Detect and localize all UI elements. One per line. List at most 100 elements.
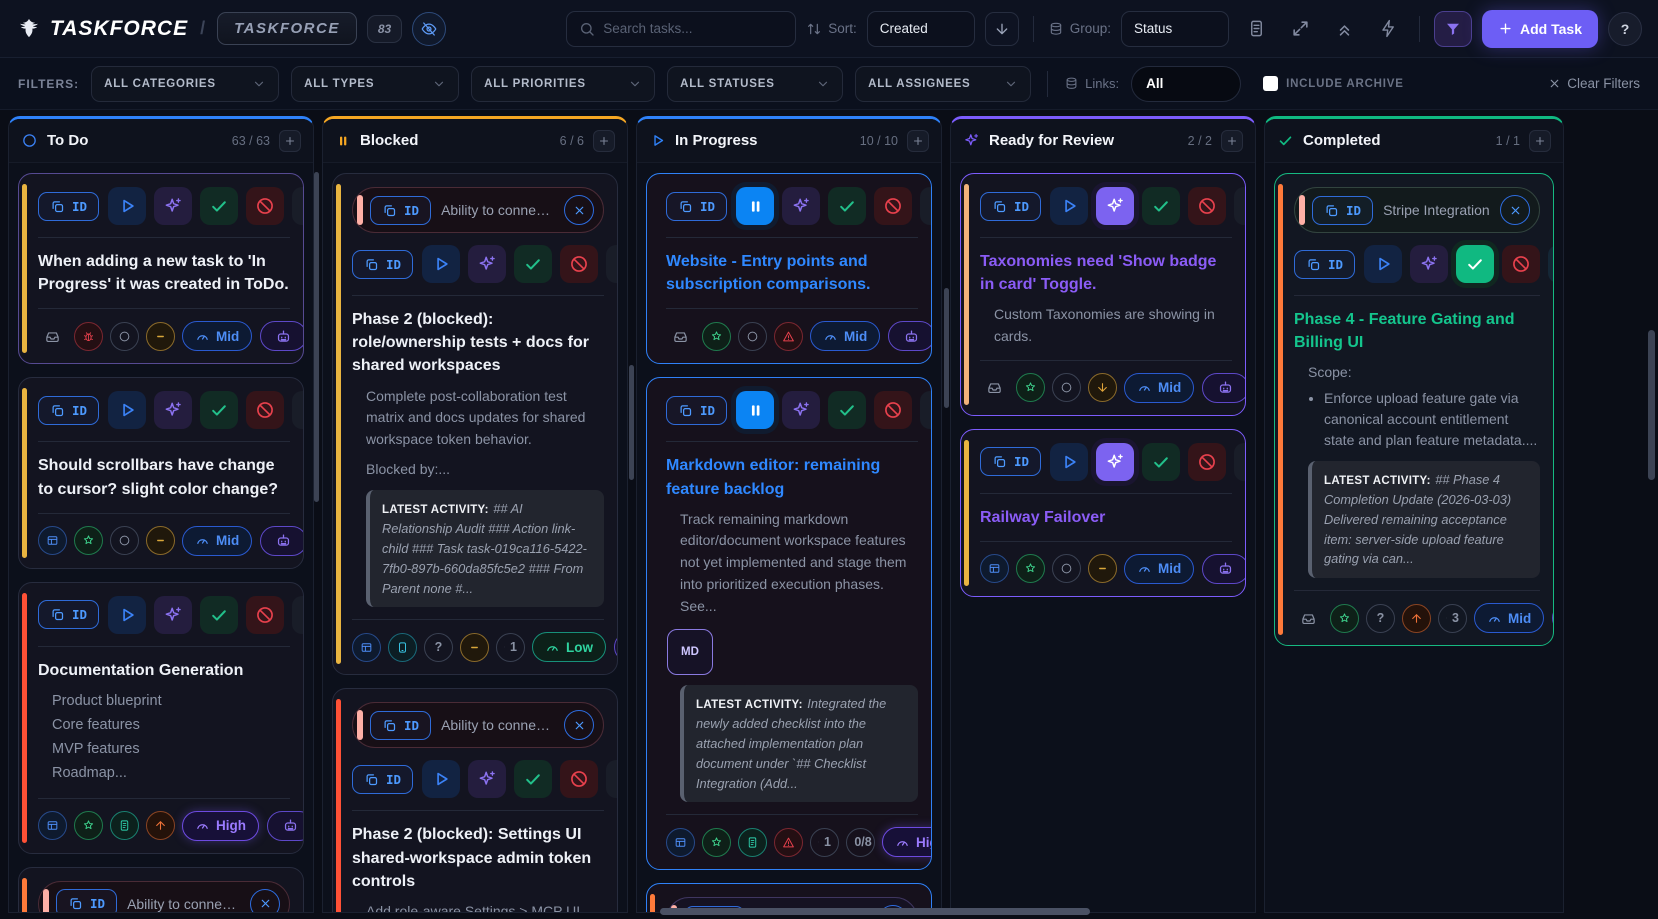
complete-task-button[interactable]: [828, 391, 866, 429]
task-card[interactable]: ID Should scrollbars have change to curs…: [18, 377, 304, 568]
priority-badge[interactable]: Mid: [1124, 373, 1194, 403]
task-title[interactable]: Markdown editor: remaining feature backl…: [666, 454, 918, 500]
block-task-button[interactable]: [560, 760, 598, 798]
complete-task-button[interactable]: [200, 187, 238, 225]
column-scrollbar[interactable]: [944, 288, 949, 408]
archive-task-button[interactable]: [1234, 443, 1246, 481]
priority-badge[interactable]: High: [882, 827, 932, 857]
copy-id-button[interactable]: ID: [1294, 250, 1355, 279]
copy-id-button[interactable]: ID: [666, 192, 727, 221]
layout-type-icon[interactable]: [352, 633, 381, 662]
workspace-pill[interactable]: TASKFORCE: [217, 12, 357, 45]
clear-filters-button[interactable]: Clear Filters: [1548, 76, 1640, 91]
pause-task-button[interactable]: [736, 391, 774, 429]
complete-task-button[interactable]: [200, 391, 238, 429]
filter-statuses-dropdown[interactable]: ALL STATUSES: [667, 66, 843, 102]
start-task-button[interactable]: [1050, 187, 1088, 225]
horizontal-scrollbar[interactable]: [660, 908, 1090, 915]
parent-task-chip[interactable]: ID Ability to connect to onlin...: [352, 702, 604, 748]
task-title[interactable]: Website - Entry points and subscription …: [666, 250, 918, 296]
start-task-button[interactable]: [1050, 443, 1088, 481]
arrow-down-icon[interactable]: [1088, 373, 1117, 402]
complete-task-button[interactable]: [1456, 245, 1494, 283]
layout-type-icon[interactable]: [38, 811, 67, 840]
feature-star-icon[interactable]: [74, 811, 103, 840]
effort-dash-icon[interactable]: [460, 633, 489, 662]
copy-id-button[interactable]: ID: [980, 192, 1041, 221]
unlink-parent-button[interactable]: [564, 710, 594, 740]
add-task-button[interactable]: Add Task: [1482, 10, 1598, 48]
filter-categories-dropdown[interactable]: ALL CATEGORIES: [91, 66, 279, 102]
arrow-up-icon[interactable]: [146, 811, 175, 840]
inbox-icon[interactable]: [38, 322, 67, 351]
complete-task-button[interactable]: [1142, 443, 1180, 481]
copy-id-button[interactable]: ID: [666, 396, 727, 425]
question-icon[interactable]: ?: [1366, 604, 1395, 633]
comments-chip[interactable]: 1: [496, 633, 525, 662]
effort-dash-icon[interactable]: [1088, 554, 1117, 583]
priority-badge[interactable]: Mid: [810, 321, 880, 351]
complete-task-button[interactable]: [1142, 187, 1180, 225]
review-task-button[interactable]: [782, 187, 820, 225]
archive-task-button[interactable]: [1548, 245, 1554, 283]
task-card[interactable]: ID Railway Failover: [960, 429, 1246, 597]
sort-direction-button[interactable]: [985, 12, 1019, 46]
task-title[interactable]: Phase 2 (blocked): role/ownership tests …: [352, 308, 604, 378]
bug-type-icon[interactable]: [74, 322, 103, 351]
feature-star-icon[interactable]: [1016, 554, 1045, 583]
quick-actions-button[interactable]: [1371, 12, 1405, 46]
unlink-parent-button[interactable]: [1500, 195, 1530, 225]
hide-toggle-button[interactable]: [412, 12, 446, 46]
archive-task-button[interactable]: [292, 596, 304, 634]
start-task-button[interactable]: [108, 187, 146, 225]
notes-button[interactable]: [1239, 12, 1273, 46]
task-card[interactable]: ID Ability to connect to onlin... ID: [332, 688, 618, 912]
expand-all-button[interactable]: [1283, 12, 1317, 46]
ai-agent-button[interactable]: [1552, 603, 1554, 633]
review-task-button[interactable]: [154, 187, 192, 225]
task-title[interactable]: Documentation Generation: [38, 659, 290, 682]
archive-task-button[interactable]: [1234, 187, 1246, 225]
feature-star-icon[interactable]: [74, 526, 103, 555]
column-scrollbar[interactable]: [629, 365, 634, 480]
sort-select[interactable]: Created: [867, 11, 975, 47]
ai-agent-button[interactable]: [267, 811, 304, 841]
task-title[interactable]: Phase 2 (blocked): Settings UI shared-wo…: [352, 823, 604, 893]
review-task-button[interactable]: [468, 760, 506, 798]
search-input[interactable]: [603, 21, 783, 36]
priority-badge[interactable]: Mid: [182, 526, 252, 556]
layout-type-icon[interactable]: [38, 526, 67, 555]
document-icon[interactable]: [738, 828, 767, 857]
block-task-button[interactable]: [560, 245, 598, 283]
warning-icon[interactable]: [774, 322, 803, 351]
filter-types-dropdown[interactable]: ALL TYPES: [291, 66, 459, 102]
copy-id-button[interactable]: ID: [1312, 196, 1373, 225]
complete-task-button[interactable]: [828, 187, 866, 225]
column-add-button[interactable]: [593, 130, 615, 152]
filter-priorities-dropdown[interactable]: ALL PRIORITIES: [471, 66, 655, 102]
feature-star-icon[interactable]: [702, 828, 731, 857]
search-box[interactable]: [566, 11, 796, 47]
feature-star-icon[interactable]: [702, 322, 731, 351]
unlink-parent-button[interactable]: [250, 889, 280, 912]
archive-task-button[interactable]: [606, 760, 618, 798]
status-circle-icon[interactable]: [110, 322, 139, 351]
task-title[interactable]: Railway Failover: [980, 506, 1232, 529]
priority-badge[interactable]: Mid: [1124, 554, 1194, 584]
column-add-button[interactable]: [279, 130, 301, 152]
tablet-icon[interactable]: [388, 633, 417, 662]
layout-type-icon[interactable]: [666, 828, 695, 857]
status-circle-icon[interactable]: [738, 322, 767, 351]
start-task-button[interactable]: [422, 760, 460, 798]
priority-badge[interactable]: Low: [532, 632, 606, 662]
complete-task-button[interactable]: [200, 596, 238, 634]
ai-agent-button[interactable]: [260, 321, 304, 351]
ai-agent-button[interactable]: [614, 632, 618, 662]
filter-assignees-dropdown[interactable]: ALL ASSIGNEES: [855, 66, 1031, 102]
copy-id-button[interactable]: ID: [38, 192, 99, 221]
task-card[interactable]: ID Markdown editor: remaining feature ba…: [646, 377, 932, 870]
block-task-button[interactable]: [1502, 245, 1540, 283]
task-title[interactable]: Taxonomies need 'Show badge in card' Tog…: [980, 250, 1232, 296]
complete-task-button[interactable]: [514, 245, 552, 283]
ai-agent-button[interactable]: [888, 321, 932, 351]
